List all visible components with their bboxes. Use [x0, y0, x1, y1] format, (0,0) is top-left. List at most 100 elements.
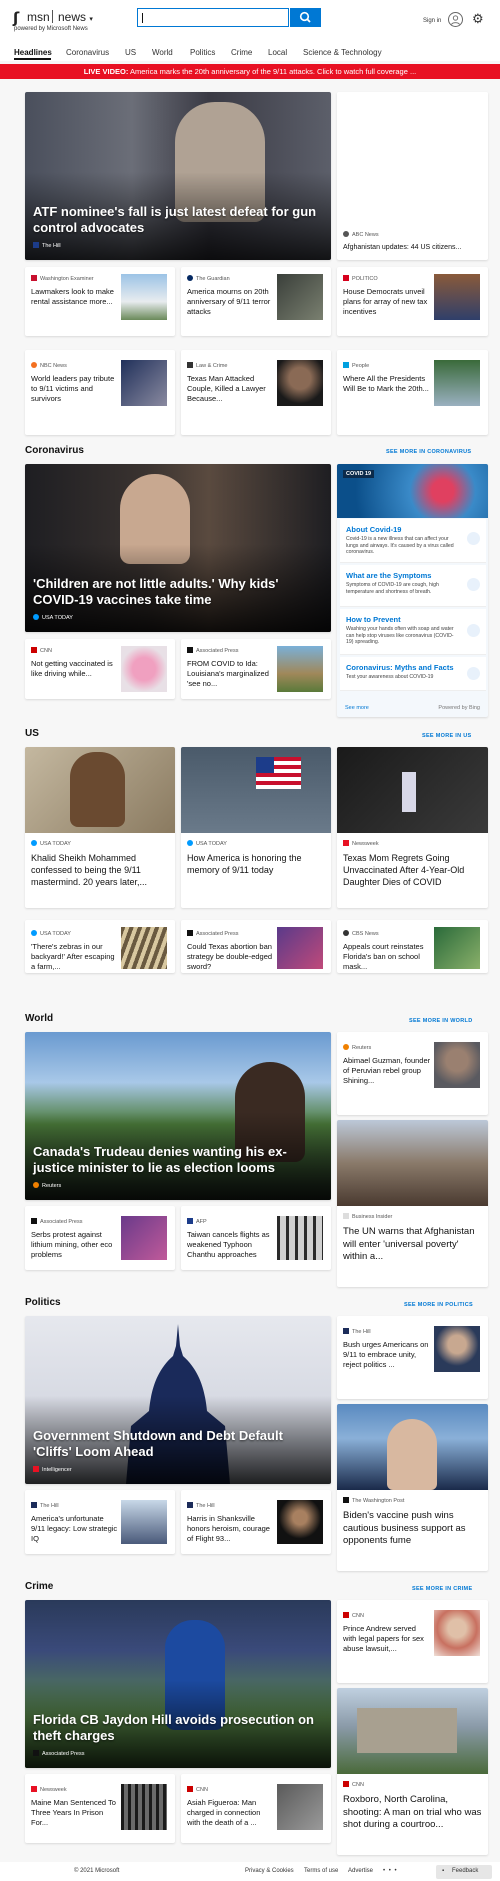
search-input[interactable]	[137, 8, 289, 27]
see-more-coronavirus[interactable]: SEE MORE IN CORONAVIRUS	[386, 449, 471, 455]
see-more-crime[interactable]: SEE MORE IN CRIME	[412, 1586, 472, 1592]
section-title-coronavirus[interactable]: Coronavirus	[25, 445, 84, 456]
covid-prevent-item[interactable]: How to Prevent Washing your hands often …	[340, 609, 486, 655]
hero-title: 'Children are not little adults.' Why ki…	[33, 576, 279, 607]
source-label: USA TODAY	[187, 840, 227, 847]
nav-crime[interactable]: Crime	[231, 48, 252, 57]
thumbnail	[277, 646, 323, 692]
see-more-world[interactable]: SEE MORE IN WORLD	[409, 1018, 472, 1024]
msn-logo-text[interactable]: msn	[27, 10, 50, 24]
news-card[interactable]: The Hill America's unfortunate 9/11 lega…	[25, 1490, 175, 1554]
news-card[interactable]: NBC News World leaders pay tribute to 9/…	[25, 350, 175, 435]
news-card[interactable]: POLITICO House Democrats unveil plans fo…	[337, 267, 488, 336]
thumbnail	[277, 360, 323, 406]
headline: Harris in Shanksville honors heroism, co…	[187, 1514, 270, 1543]
hero-source: USA TODAY	[33, 614, 73, 621]
section-switcher[interactable]: news ▾	[58, 10, 93, 24]
news-card[interactable]: CBS News Appeals court reinstates Florid…	[337, 920, 488, 973]
covid-about-item[interactable]: About Covid-19 Covid-19 is a new illness…	[340, 519, 486, 563]
news-card[interactable]: Associated Press FROM COVID to Ida: Loui…	[181, 639, 331, 699]
headline: Asiah Figueroa: Man charged in connectio…	[187, 1798, 261, 1827]
see-more-politics[interactable]: SEE MORE IN POLITICS	[404, 1302, 473, 1308]
source-label: Business Insider	[343, 1213, 392, 1220]
news-card[interactable]: CNN Asiah Figueroa: Man charged in conne…	[181, 1774, 331, 1843]
news-card[interactable]: Associated Press Serbs protest against l…	[25, 1206, 175, 1270]
nav-politics[interactable]: Politics	[190, 48, 215, 57]
news-card[interactable]: The Guardian America mourns on 20th anni…	[181, 267, 331, 336]
news-card[interactable]: People Where All the Presidents Will Be …	[337, 350, 488, 435]
footer-link-privacy[interactable]: Privacy & Cookies	[245, 1868, 294, 1874]
headline: Afghanistan updates: 44 US citizens...	[343, 244, 462, 251]
nav-headlines[interactable]: Headlines	[14, 48, 52, 57]
news-card[interactable]: Associated Press Could Texas abortion ba…	[181, 920, 331, 973]
news-card[interactable]: Law & Crime Texas Man Attacked Couple, K…	[181, 350, 331, 435]
news-card[interactable]: The Hill Bush urges Americans on 9/11 to…	[337, 1316, 488, 1399]
news-card-large[interactable]: Newsweek Texas Mom Regrets Going Unvacci…	[337, 747, 488, 908]
source-label: Associated Press	[187, 647, 239, 654]
nav-science-technology[interactable]: Science & Technology	[303, 48, 382, 57]
sign-in-link[interactable]: Sign in	[423, 18, 441, 24]
footer-link-terms[interactable]: Terms of use	[304, 1868, 338, 1874]
source-logo-icon	[343, 930, 349, 936]
category-nav: Headlines Coronavirus US World Politics …	[0, 45, 500, 61]
news-card[interactable]: CNN Not getting vaccinated is like drivi…	[25, 639, 175, 699]
powered-by-text: powered by Microsoft News	[14, 26, 88, 32]
news-card[interactable]: Washington Examiner Lawmakers look to ma…	[25, 267, 175, 336]
section-title-world[interactable]: World	[25, 1013, 53, 1024]
news-card[interactable]: CNN Prince Andrew served with legal pape…	[337, 1600, 488, 1683]
news-card[interactable]: The Hill Harris in Shanksville honors he…	[181, 1490, 331, 1554]
section-title-us[interactable]: US	[25, 728, 39, 739]
news-card[interactable]: USA TODAY 'There's zebras in our backyar…	[25, 920, 175, 973]
news-card[interactable]: Newsweek Maine Man Sentenced To Three Ye…	[25, 1774, 175, 1843]
politics-hero-card[interactable]: Government Shutdown and Debt Default 'Cl…	[25, 1316, 331, 1484]
carousel-dots[interactable]	[140, 252, 206, 256]
headline: Abimael Guzman, founder of Peruvian rebe…	[343, 1056, 431, 1085]
source-label: POLITICO	[343, 275, 378, 282]
covid-see-more-link[interactable]: See more	[345, 705, 369, 711]
source-label: Newsweek	[31, 1786, 67, 1793]
nav-us[interactable]: US	[125, 48, 136, 57]
covid-symptoms-item[interactable]: What are the Symptoms Symptoms of COVID-…	[340, 565, 486, 607]
source-logo-icon	[343, 1044, 349, 1050]
avatar-icon[interactable]	[448, 12, 463, 27]
source-logo-icon	[187, 930, 193, 936]
feedback-icon: ▪	[442, 1868, 445, 1874]
news-card-large[interactable]: USA TODAY Khalid Sheikh Mohammed confess…	[25, 747, 175, 908]
see-more-us[interactable]: SEE MORE IN US	[422, 733, 471, 739]
crime-hero-card[interactable]: Florida CB Jaydon Hill avoids prosecutio…	[25, 1600, 331, 1768]
virus-icon	[467, 532, 480, 545]
footer-link-advertise[interactable]: Advertise	[348, 1868, 373, 1874]
section-title-politics[interactable]: Politics	[25, 1297, 61, 1308]
world-hero-card[interactable]: Canada's Trudeau denies wanting his ex-j…	[25, 1032, 331, 1200]
live-video-banner[interactable]: LIVE VIDEO: America marks the 20th anniv…	[0, 64, 500, 79]
headline: Appeals court reinstates Florida's ban o…	[343, 942, 424, 971]
news-card-large[interactable]: USA TODAY How America is honoring the me…	[181, 747, 331, 908]
news-card[interactable]: Reuters Abimael Guzman, founder of Peruv…	[337, 1032, 488, 1115]
news-card[interactable]: AFP Taiwan cancels flights as weakened T…	[181, 1206, 331, 1270]
hero-title: Government Shutdown and Debt Default 'Cl…	[33, 1428, 283, 1459]
banner-prefix: LIVE VIDEO:	[83, 67, 129, 76]
more-options-icon[interactable]: • • •	[383, 1868, 398, 1874]
feedback-button[interactable]: ▪ Feedback	[436, 1865, 492, 1879]
news-card-large[interactable]: The Washington Post Biden's vaccine push…	[337, 1404, 488, 1571]
top-side-card[interactable]: ABC News Afghanistan updates: 44 US citi…	[337, 92, 488, 260]
headline: The UN warns that Afghanistan will enter…	[343, 1226, 475, 1262]
section-title-crime[interactable]: Crime	[25, 1581, 53, 1592]
news-card-large[interactable]: Business Insider The UN warns that Afgha…	[337, 1120, 488, 1287]
covid-myths-item[interactable]: Coronavirus: Myths and Facts Test your a…	[340, 657, 486, 691]
source-logo-icon	[343, 362, 349, 368]
coronavirus-hero-card[interactable]: 'Children are not little adults.' Why ki…	[25, 464, 331, 632]
nav-coronavirus[interactable]: Coronavirus	[66, 48, 109, 57]
source-logo-icon	[31, 362, 37, 368]
search-button[interactable]	[290, 8, 321, 27]
source-label: USA TODAY	[31, 840, 71, 847]
gear-icon[interactable]: ⚙	[472, 11, 484, 26]
headline: Roxboro, North Carolina, shooting: A man…	[343, 1794, 482, 1830]
headline: FROM COVID to Ida: Louisiana's marginali…	[187, 659, 269, 688]
nav-world[interactable]: World	[152, 48, 173, 57]
msn-logo-icon[interactable]: ʃ	[13, 9, 19, 27]
news-card-large[interactable]: CNN Roxboro, North Carolina, shooting: A…	[337, 1688, 488, 1855]
top-hero-card[interactable]: ATF nominee's fall is just latest defeat…	[25, 92, 331, 260]
nav-local[interactable]: Local	[268, 48, 287, 57]
source-label: Newsweek	[343, 840, 379, 847]
